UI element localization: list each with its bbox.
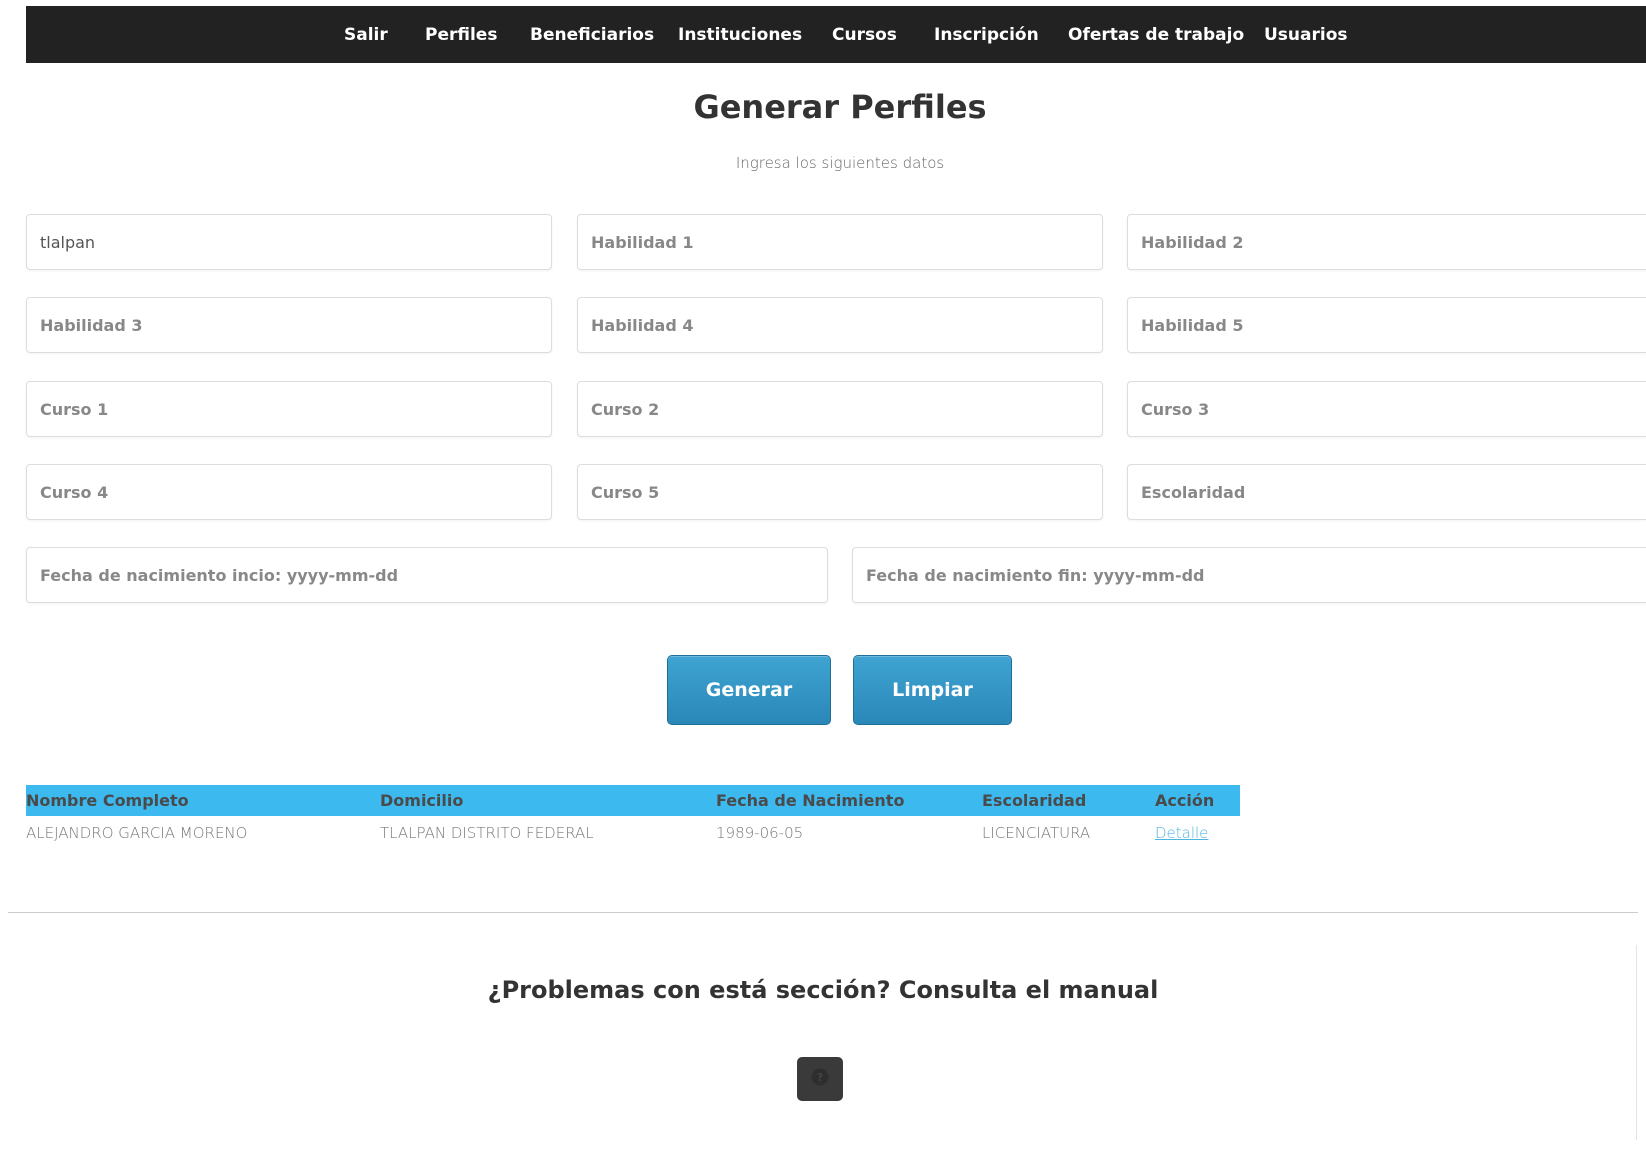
column-header-fecha-nacimiento: Fecha de Nacimiento — [716, 785, 982, 816]
location-input[interactable] — [26, 214, 552, 270]
detail-link[interactable]: Detalle — [1155, 824, 1208, 842]
top-navbar: Salir Perfiles Beneficiarios Institucion… — [26, 6, 1646, 63]
nav-item-instituciones[interactable]: Instituciones — [678, 25, 802, 45]
curso-1-input[interactable] — [26, 381, 552, 437]
question-icon: ? — [810, 1067, 830, 1091]
nav-item-cursos[interactable]: Cursos — [832, 25, 897, 45]
svg-text:?: ? — [817, 1071, 823, 1084]
escolaridad-input[interactable] — [1127, 464, 1646, 520]
habilidad-1-input[interactable] — [577, 214, 1103, 270]
page-subtitle: Ingresa los siguientes datos — [735, 154, 945, 172]
column-header-accion: Acción — [1155, 785, 1240, 816]
curso-3-input[interactable] — [1127, 381, 1646, 437]
curso-5-input[interactable] — [577, 464, 1103, 520]
nav-menu: Salir Perfiles Beneficiarios Institucion… — [26, 6, 1646, 63]
nav-item-perfiles[interactable]: Perfiles — [425, 25, 497, 45]
cell-fecha-nacimiento: 1989-06-05 — [716, 824, 804, 842]
nav-item-salir[interactable]: Salir — [344, 25, 388, 45]
column-header-domicilio: Domicilio — [380, 785, 716, 816]
nav-item-inscripcion[interactable]: Inscripción — [934, 25, 1039, 45]
cell-accion: Detalle — [1155, 816, 1240, 850]
table-header-row: Nombre Completo Domicilio Fecha de Nacim… — [26, 785, 1240, 816]
page-title: Generar Perfiles — [693, 88, 987, 126]
habilidad-2-input[interactable] — [1127, 214, 1646, 270]
column-header-nombre-completo: Nombre Completo — [26, 785, 380, 816]
curso-2-input[interactable] — [577, 381, 1103, 437]
help-title: ¿Problemas con está sección? Consulta el… — [487, 976, 1159, 1004]
habilidad-4-input[interactable] — [577, 297, 1103, 353]
cell-escolaridad: LICENCIATURA — [982, 824, 1091, 842]
curso-4-input[interactable] — [26, 464, 552, 520]
manual-help-button[interactable]: ? — [797, 1057, 843, 1101]
habilidad-3-input[interactable] — [26, 297, 552, 353]
fecha-nacimiento-fin-input[interactable] — [852, 547, 1646, 603]
section-divider — [8, 912, 1638, 913]
results-table: Nombre Completo Domicilio Fecha de Nacim… — [26, 785, 1240, 850]
cell-nombre-completo: ALEJANDRO GARCIA MORENO — [26, 824, 248, 842]
nav-item-ofertas-de-trabajo[interactable]: Ofertas de trabajo — [1068, 25, 1244, 45]
cell-domicilio: TLALPAN DISTRITO FEDERAL — [380, 824, 594, 842]
help-section — [8, 945, 1637, 1140]
fecha-nacimiento-inicio-input[interactable] — [26, 547, 828, 603]
habilidad-5-input[interactable] — [1127, 297, 1646, 353]
nav-item-beneficiarios[interactable]: Beneficiarios — [530, 25, 654, 45]
table-row: ALEJANDRO GARCIA MORENO TLALPAN DISTRITO… — [26, 816, 1240, 850]
clear-button[interactable]: Limpiar — [853, 655, 1012, 725]
nav-item-usuarios[interactable]: Usuarios — [1264, 25, 1348, 45]
column-header-escolaridad: Escolaridad — [982, 785, 1155, 816]
generate-button[interactable]: Generar — [667, 655, 831, 725]
